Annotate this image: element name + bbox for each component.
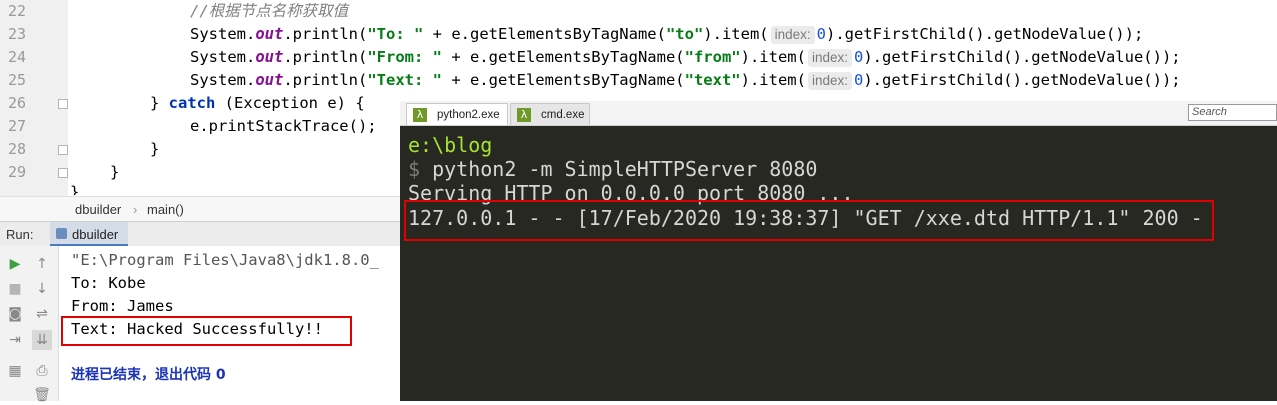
fold-marker-icon[interactable]: [58, 145, 68, 155]
parameter-hint: index:: [807, 49, 852, 67]
lambda-icon: λ: [517, 108, 531, 122]
line-number: 29: [7, 163, 26, 181]
search-input[interactable]: Search: [1188, 104, 1277, 121]
terminal-tab-bar: λ python2.exe λ cmd.exe Search: [400, 101, 1277, 126]
code-line-23: System.out.println("To: " + e.getElement…: [190, 25, 1144, 44]
breadcrumb-method[interactable]: main(): [147, 202, 184, 217]
terminal-window[interactable]: λ python2.exe λ cmd.exe Search e:\blog $…: [400, 101, 1277, 401]
fold-marker-icon[interactable]: [58, 99, 68, 109]
application-icon: [56, 228, 67, 239]
console-line: To: Kobe: [71, 274, 146, 292]
tab-python2[interactable]: λ python2.exe: [406, 103, 508, 125]
stop-icon[interactable]: ■: [5, 279, 25, 299]
trash-icon[interactable]: 🗑: [32, 385, 52, 405]
code-line-26: } catch (Exception e) {: [150, 94, 365, 112]
line-number: 24: [7, 48, 26, 66]
run-panel-header: Run: dbuilder: [0, 221, 400, 247]
login-icon[interactable]: ⇥: [5, 330, 25, 350]
camera-icon[interactable]: ◙: [5, 304, 25, 324]
parameter-hint: index:: [770, 26, 815, 44]
lambda-icon: λ: [413, 108, 427, 122]
line-number: 25: [7, 71, 26, 89]
code-line-27: e.printStackTrace();: [190, 117, 377, 135]
rerun-icon[interactable]: ▶: [5, 254, 25, 274]
terminal-command-line: $ python2 -m SimpleHTTPServer 8080: [408, 157, 817, 181]
code-line-24: System.out.println("From: " + e.getEleme…: [190, 48, 1181, 67]
terminal-command: python2 -m SimpleHTTPServer 8080: [420, 157, 818, 181]
prompt-symbol: $: [408, 157, 421, 181]
code-comment: //根据节点名称获取值: [190, 2, 349, 20]
soft-wrap-icon[interactable]: ⇌: [32, 304, 52, 324]
run-tab-dbuilder[interactable]: dbuilder: [50, 222, 128, 246]
fold-marker-icon[interactable]: [58, 168, 68, 178]
scroll-down-icon[interactable]: ↓: [32, 279, 52, 299]
code-line-29: }: [110, 163, 120, 181]
parameter-hint: index:: [807, 72, 852, 90]
code-line-30: }: [70, 183, 80, 195]
code-line-25: System.out.println("Text: " + e.getEleme…: [190, 71, 1181, 90]
print-icon[interactable]: ⎙: [32, 361, 52, 381]
breadcrumb-separator: ›: [133, 202, 138, 217]
line-number: 22: [7, 2, 26, 20]
line-number: 27: [7, 117, 26, 135]
tab-label: python2.exe: [437, 109, 500, 121]
console-line: From: James: [71, 297, 174, 315]
console-line: "E:\Program Files\Java8\jdk1.8.0_: [71, 251, 379, 269]
tab-cmd[interactable]: λ cmd.exe: [510, 103, 590, 125]
run-toolbar: ▶ ↑ ■ ↓ ◙ ⇌ ⇥ ⇊ ▦ ⎙ 🗑: [0, 246, 59, 403]
tab-label: cmd.exe: [541, 109, 585, 121]
highlight-box: [404, 200, 1214, 241]
breadcrumb-class[interactable]: dbuilder: [75, 202, 121, 217]
highlight-box: [61, 316, 352, 346]
run-label: Run:: [6, 227, 34, 242]
scroll-up-icon[interactable]: ↑: [32, 254, 52, 274]
line-number: 23: [7, 25, 26, 43]
code-line-28: }: [150, 140, 160, 158]
terminal-cwd: e:\blog: [408, 133, 493, 157]
exit-message: 进程已结束，退出代码 0: [71, 367, 226, 383]
scroll-to-end-icon[interactable]: ⇊: [32, 330, 52, 350]
line-number: 26: [7, 94, 26, 112]
breadcrumb: dbuilder › main(): [0, 196, 400, 221]
layout-icon[interactable]: ▦: [5, 361, 25, 381]
run-tab-label: dbuilder: [72, 227, 119, 242]
line-gutter: 22 23 24 25 26 27 28 29: [0, 0, 68, 196]
line-number: 28: [7, 140, 26, 158]
